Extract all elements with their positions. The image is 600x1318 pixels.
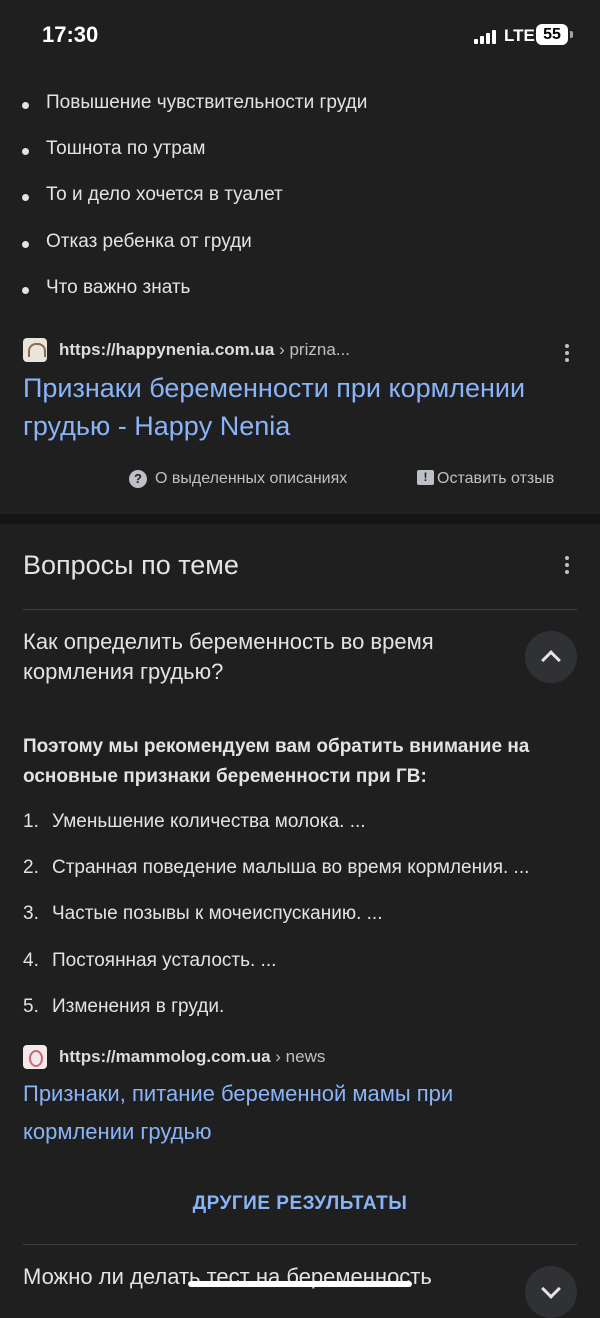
battery-icon: 55 bbox=[536, 24, 568, 45]
url-host: https://happynenia.com.ua bbox=[59, 340, 275, 359]
source-title-line: Признаки, питание беременной мамы при bbox=[23, 1081, 454, 1106]
bullet-text: Что важно знать bbox=[46, 277, 191, 298]
answer-heading-line: основные признаки беременности при ГВ: bbox=[23, 766, 427, 787]
more-results-button[interactable]: ДРУГИЕ РЕЗУЛЬТАТЫ bbox=[0, 1193, 600, 1215]
leave-feedback-link[interactable]: Оставить отзыв bbox=[437, 470, 554, 488]
bullet-text: Отказ ребенка от груди bbox=[46, 231, 252, 252]
list-number: 4. bbox=[23, 950, 39, 971]
list-item: 4. Постоянная усталость. ... bbox=[23, 950, 276, 972]
list-item: 1. Уменьшение количества молока. ... bbox=[23, 811, 366, 833]
bullet-dot bbox=[22, 102, 29, 109]
source-title-link[interactable]: Признаки, питание беременной мамы при ко… bbox=[23, 1075, 583, 1151]
divider bbox=[23, 609, 577, 610]
question-collapsed[interactable]: Можно ли делать тест на беременность bbox=[23, 1262, 503, 1292]
network-type: LTE bbox=[504, 26, 535, 45]
url-host: https://mammolog.com.ua bbox=[59, 1047, 271, 1066]
url-path: › prizna... bbox=[274, 340, 350, 359]
source-title-line: кормлении грудью bbox=[23, 1119, 212, 1144]
bullet-dot bbox=[22, 287, 29, 294]
signal-icon bbox=[474, 30, 496, 44]
answer-heading-line: Поэтому мы рекомендуем вам обратить вним… bbox=[23, 736, 530, 757]
result-url[interactable]: https://happynenia.com.ua › prizna... bbox=[59, 340, 350, 360]
chevron-up-icon[interactable] bbox=[525, 631, 577, 683]
list-item: 3. Частые позывы к мочеиспусканию. ... bbox=[23, 903, 382, 925]
status-bar: 17:30 LTE 55 bbox=[0, 0, 600, 70]
home-indicator[interactable] bbox=[188, 1281, 412, 1287]
bullet-text: Тошнота по утрам bbox=[46, 138, 206, 159]
source-url[interactable]: https://mammolog.com.ua › news bbox=[59, 1047, 325, 1067]
bullet-dot bbox=[22, 148, 29, 155]
site-favicon bbox=[23, 1045, 47, 1069]
list-text: Изменения в груди. bbox=[52, 996, 225, 1017]
about-snippets-link[interactable]: О выделенных описаниях bbox=[155, 470, 347, 488]
list-text: Частые позывы к мочеиспусканию. ... bbox=[52, 903, 383, 924]
list-number: 5. bbox=[23, 996, 39, 1017]
question-text-line: Как определить беременность во время bbox=[23, 629, 434, 654]
chevron-down-icon[interactable] bbox=[525, 1266, 577, 1318]
result-title-link[interactable]: Признаки беременности при кормлении груд… bbox=[23, 369, 583, 445]
result-title-line: Признаки беременности при кормлении bbox=[23, 373, 526, 403]
question-expanded[interactable]: Как определить беременность во время кор… bbox=[23, 627, 503, 687]
list-number: 3. bbox=[23, 903, 39, 924]
list-text: Странная поведение малыша во время кормл… bbox=[52, 857, 530, 878]
bullet-text: Повышение чувствительности груди bbox=[46, 92, 368, 113]
bullet-dot bbox=[22, 241, 29, 248]
list-number: 2. bbox=[23, 857, 39, 878]
list-number: 1. bbox=[23, 811, 39, 832]
list-item: 5. Изменения в груди. bbox=[23, 996, 224, 1018]
question-text-line: кормления грудью? bbox=[23, 659, 224, 684]
bullet-dot bbox=[22, 194, 29, 201]
divider bbox=[23, 1244, 577, 1245]
answer-heading: Поэтому мы рекомендуем вам обратить вним… bbox=[23, 732, 583, 792]
site-favicon bbox=[23, 338, 47, 362]
battery-tip bbox=[570, 31, 573, 38]
more-options-icon[interactable] bbox=[557, 341, 577, 365]
more-options-icon[interactable] bbox=[557, 553, 577, 577]
related-questions-heading: Вопросы по теме bbox=[23, 550, 239, 580]
list-text: Уменьшение количества молока. ... bbox=[52, 811, 366, 832]
help-icon[interactable]: ? bbox=[129, 470, 147, 488]
bullet-text: То и дело хочется в туалет bbox=[46, 184, 283, 205]
status-time: 17:30 bbox=[42, 22, 99, 47]
result-title-line: грудью - Happy Nenia bbox=[23, 411, 291, 441]
url-path: › news bbox=[270, 1047, 326, 1066]
section-divider bbox=[0, 514, 600, 524]
list-item: 2. Странная поведение малыша во время кор… bbox=[23, 857, 529, 879]
list-text: Постоянная усталость. ... bbox=[52, 950, 277, 971]
feedback-icon[interactable]: ! bbox=[417, 470, 434, 485]
